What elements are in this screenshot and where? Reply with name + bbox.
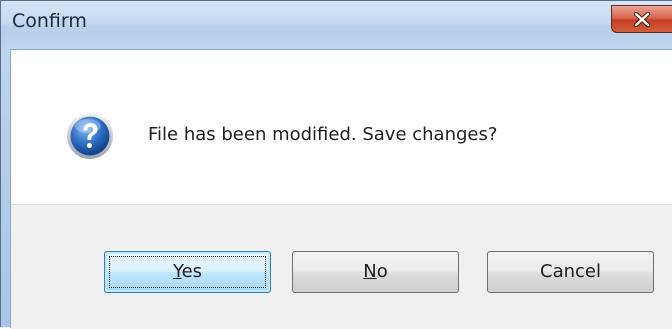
cancel-button[interactable]: Cancel <box>487 251 654 293</box>
yes-button[interactable]: Yes <box>104 251 271 293</box>
close-button[interactable] <box>611 5 672 33</box>
question-icon <box>67 113 113 159</box>
dialog-title: Confirm <box>12 10 87 32</box>
no-button[interactable]: No <box>292 251 459 293</box>
confirm-dialog: Confirm File has been modified. Save cha… <box>0 0 672 329</box>
title-bar[interactable]: Confirm <box>1 1 672 49</box>
button-bar: Yes No Cancel <box>11 204 672 329</box>
close-icon <box>633 12 651 27</box>
dialog-body: File has been modified. Save changes? Ye… <box>10 49 672 329</box>
dialog-message: File has been modified. Save changes? <box>148 124 498 145</box>
